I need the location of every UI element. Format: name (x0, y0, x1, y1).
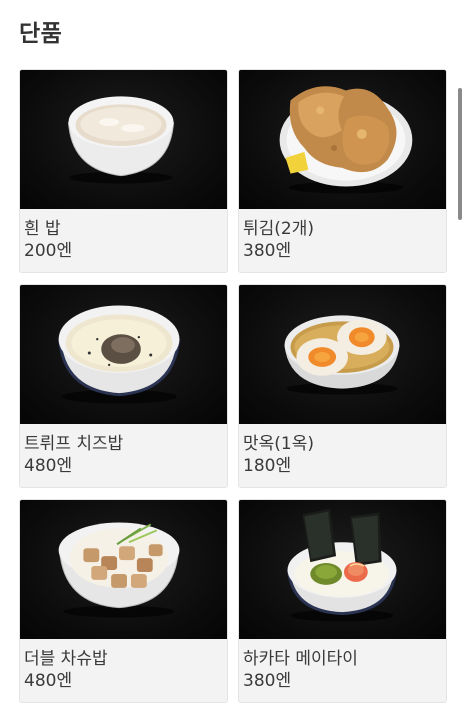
menu-card-fried[interactable]: 튀김(2개) 380엔 (238, 69, 447, 273)
section-title: 단품 (19, 21, 63, 47)
item-price: 180엔 (243, 456, 292, 476)
fried-photo (239, 70, 446, 209)
menu-card-hakata-mentai[interactable]: 하카타 메이타이 380엔 (238, 499, 447, 703)
item-name: 맛옥(1옥) (243, 434, 315, 454)
seasoned-egg-photo (239, 285, 446, 424)
menu-card-white-rice[interactable]: 흰 밥 200엔 (19, 69, 228, 273)
item-name: 트뤼프 치즈밥 (24, 434, 124, 454)
item-price: 480엔 (24, 456, 73, 476)
item-name: 흰 밥 (24, 219, 61, 239)
menu-page: 단품 흰 밥 200엔 튀김(2개) 380엔 트뤼프 치즈밥 480엔 맛옥(… (0, 0, 466, 707)
menu-card-truffle-cheese-rice[interactable]: 트뤼프 치즈밥 480엔 (19, 284, 228, 488)
white-rice-photo (20, 70, 227, 209)
item-price: 380엔 (243, 241, 292, 261)
menu-card-double-chashu-rice[interactable]: 더블 차슈밥 480엔 (19, 499, 228, 703)
scrollbar[interactable] (458, 88, 462, 220)
menu-grid: 흰 밥 200엔 튀김(2개) 380엔 트뤼프 치즈밥 480엔 맛옥(1옥)… (19, 69, 447, 703)
item-name: 튀김(2개) (243, 219, 315, 239)
item-name: 하카타 메이타이 (243, 649, 358, 669)
double-chashu-rice-photo (20, 500, 227, 639)
item-price: 200엔 (24, 241, 73, 261)
hakata-mentai-photo (239, 500, 446, 639)
menu-card-seasoned-egg[interactable]: 맛옥(1옥) 180엔 (238, 284, 447, 488)
item-name: 더블 차슈밥 (24, 649, 108, 669)
item-price: 380엔 (243, 671, 292, 691)
item-price: 480엔 (24, 671, 73, 691)
truffle-cheese-rice-photo (20, 285, 227, 424)
